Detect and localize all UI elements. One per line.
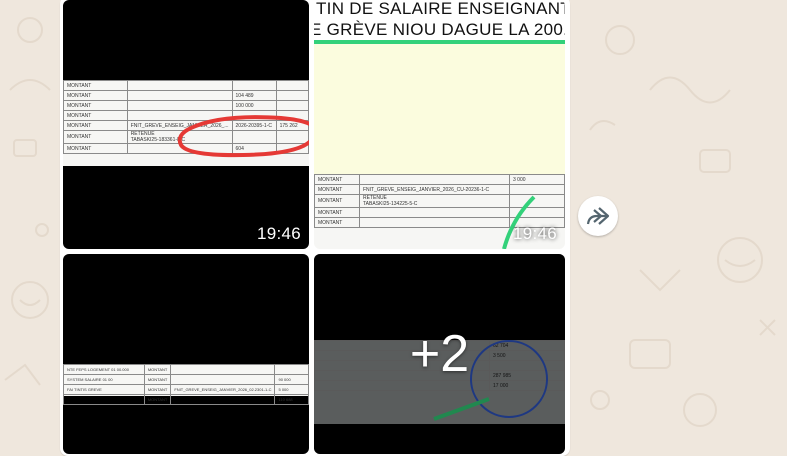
message-timestamp: 19:46 [512,224,557,243]
green-arrow-annotation [502,195,536,249]
document-sheet: NTE FEPS LOGEMENT 01 00.000 MONTANT SYSTE… [63,364,309,405]
table-cell: 110 688 [274,394,309,405]
forward-icon [586,207,610,225]
photo-thumbnail-1[interactable]: MONTANT MONTANT 104 489 MONTANT 100 000 MO… [63,0,309,249]
table-cell: MONTANT [143,384,172,395]
photo-thumbnail-3[interactable]: NTE FEPS LOGEMENT 01 00.000 MONTANT SYSTE… [63,254,309,454]
red-circle-annotation [177,115,309,158]
table-cell: FNIT_GREVE_ENSEIG_JANVIER_2026_02.2301-1… [170,384,276,395]
table-cell: 5 000 [274,384,309,395]
table-cell: 90 000 [274,374,309,385]
photo-thumbnail-2[interactable]: TIN DE SALAIRE ENSEIGNANT E GRÈVE NIOU D… [314,0,565,249]
table-cell: FAI TINTIS GREVE [63,384,145,395]
table-cell: MONTANT [143,374,172,385]
forward-button[interactable] [578,196,618,236]
more-photos-overlay: +2 [314,254,565,454]
table-cell: SYSTEM SALAIRE 01 00 [63,374,145,385]
photo-thumbnail-4[interactable]: 62 704 3 500 287 985 17 000 +2 [314,254,565,454]
message-timestamp: 19:46 [256,224,301,243]
table-cell: NTE FEPS LOGEMENT 01 00.000 [63,364,145,375]
table-cell: MONTANT [143,364,172,375]
table-cell: MONTANT [143,394,172,405]
table-cell [274,364,309,375]
